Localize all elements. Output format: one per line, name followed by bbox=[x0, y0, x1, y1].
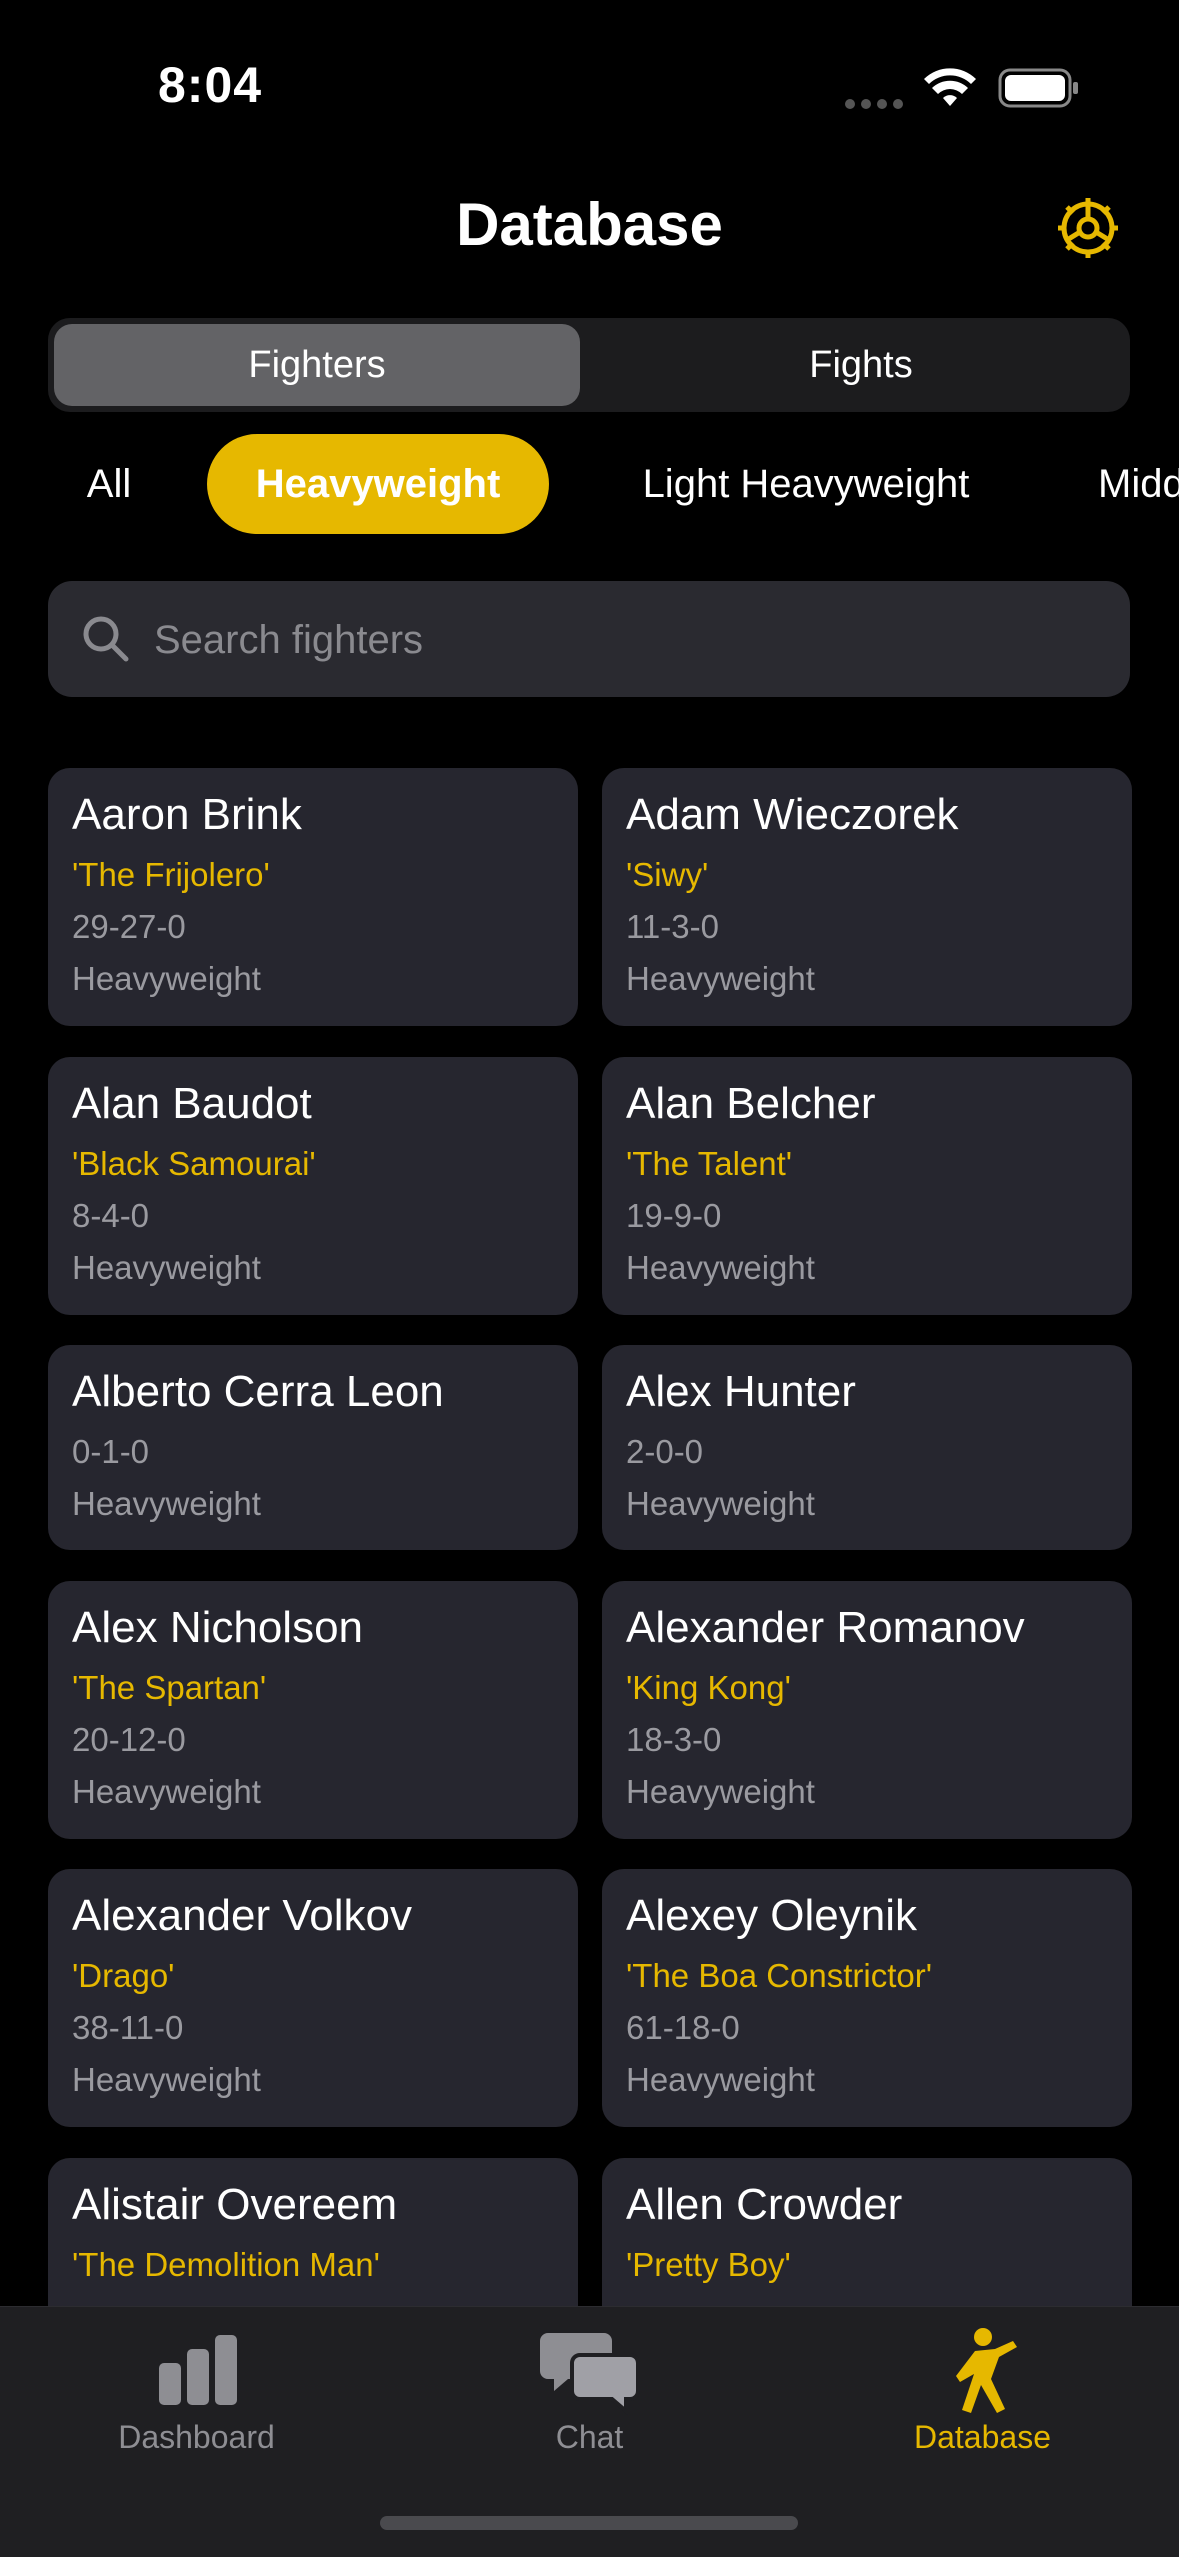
search-input[interactable] bbox=[152, 581, 1096, 699]
fighter-division: Heavyweight bbox=[72, 1249, 261, 1286]
fighter-card[interactable]: Allen Crowder 'Pretty Boy' bbox=[602, 2158, 1132, 2308]
cellular-signal-icon bbox=[845, 96, 909, 114]
segment-fighters[interactable]: Fighters bbox=[54, 324, 580, 406]
fighter-card[interactable]: Aaron Brink 'The Frijolero' 29-27-0 Heav… bbox=[48, 768, 578, 1026]
fighter-nickname: 'Siwy' bbox=[626, 856, 709, 893]
fighter-record: 8-4-0 bbox=[72, 1197, 150, 1234]
status-time: 8:04 bbox=[158, 57, 263, 113]
fighter-nickname: 'The Boa Constrictor' bbox=[626, 1957, 933, 1994]
fighter-card[interactable]: Alberto Cerra Leon 0-1-0 Heavyweight bbox=[48, 1345, 578, 1550]
fighter-name: Alistair Overeem bbox=[72, 2180, 398, 2229]
fighter-card[interactable]: Alistair Overeem 'The Demolition Man' bbox=[48, 2158, 578, 2308]
fighter-division: Heavyweight bbox=[72, 1773, 261, 1810]
fighter-nickname: 'The Spartan' bbox=[72, 1669, 267, 1706]
fighter-record: 38-11-0 bbox=[72, 2009, 184, 2046]
fighter-record: 20-12-0 bbox=[72, 1721, 186, 1758]
tab-label: Database bbox=[914, 2419, 1051, 2455]
fighter-nickname: 'The Demolition Man' bbox=[72, 2246, 380, 2283]
fighter-division: Heavyweight bbox=[626, 1773, 815, 1810]
wifi-icon bbox=[924, 68, 976, 106]
search-bar bbox=[48, 581, 1130, 699]
filter-chip-light-heavyweight[interactable]: Light Heavyweight bbox=[606, 434, 1006, 534]
fighters-fights-segmented-control: Fighters Fights bbox=[48, 318, 1130, 412]
filter-chip-all[interactable]: All bbox=[60, 434, 158, 534]
fighter-card[interactable]: Adam Wieczorek 'Siwy' 11-3-0 Heavyweight bbox=[602, 768, 1132, 1026]
fighter-division: Heavyweight bbox=[626, 960, 815, 997]
status-bar: 8:04 bbox=[0, 0, 1179, 170]
fighter-name: Alan Baudot bbox=[72, 1079, 312, 1128]
tab-chat[interactable]: Chat bbox=[393, 2307, 786, 2507]
settings-gear-icon[interactable] bbox=[1052, 192, 1124, 264]
fighter-division: Heavyweight bbox=[626, 1485, 815, 1522]
fighter-name: Alberto Cerra Leon bbox=[72, 1367, 444, 1416]
fighter-record: 29-27-0 bbox=[72, 908, 186, 945]
weight-class-filter-bar: All Heavyweight Light Heavyweight Midd bbox=[0, 434, 1179, 534]
fighter-division: Heavyweight bbox=[626, 1249, 815, 1286]
filter-chip-heavyweight[interactable]: Heavyweight bbox=[207, 434, 549, 534]
fighter-nickname: 'Drago' bbox=[72, 1957, 175, 1994]
fighter-record: 0-1-0 bbox=[72, 1433, 150, 1470]
filter-chip-middleweight[interactable]: Midd bbox=[1098, 434, 1179, 534]
home-indicator bbox=[380, 2516, 798, 2530]
fighter-name: Alexander Volkov bbox=[72, 1891, 412, 1940]
fighter-record: 19-9-0 bbox=[626, 1197, 722, 1234]
page-title: Database bbox=[456, 191, 723, 258]
fighter-division: Heavyweight bbox=[626, 2061, 815, 2098]
fighter-record: 61-18-0 bbox=[626, 2009, 740, 2046]
fighter-name: Alex Hunter bbox=[626, 1367, 856, 1416]
fighter-name: Alexey Oleynik bbox=[626, 1891, 918, 1940]
fighter-card[interactable]: Alex Nicholson 'The Spartan' 20-12-0 Hea… bbox=[48, 1581, 578, 1839]
tab-database[interactable]: Database bbox=[786, 2307, 1179, 2507]
bar-chart-icon bbox=[158, 2335, 237, 2405]
fighter-name: Alexander Romanov bbox=[626, 1603, 1025, 1652]
fighter-card[interactable]: Alexey Oleynik 'The Boa Constrictor' 61-… bbox=[602, 1869, 1132, 2127]
fighter-card[interactable]: Alexander Romanov 'King Kong' 18-3-0 Hea… bbox=[602, 1581, 1132, 1839]
fighter-nickname: 'The Talent' bbox=[626, 1145, 793, 1182]
fighter-name: Adam Wieczorek bbox=[626, 790, 959, 839]
fighter-grid: Aaron Brink 'The Frijolero' 29-27-0 Heav… bbox=[0, 768, 1179, 2308]
fighter-nickname: 'Pretty Boy' bbox=[626, 2246, 791, 2283]
tab-label: Dashboard bbox=[118, 2419, 275, 2455]
fighter-nickname: 'King Kong' bbox=[626, 1669, 791, 1706]
battery-icon bbox=[998, 68, 1078, 108]
fighter-name: Alex Nicholson bbox=[72, 1603, 364, 1652]
fighter-nickname: 'Black Samourai' bbox=[72, 1145, 316, 1182]
fighter-division: Heavyweight bbox=[72, 1485, 261, 1522]
fighter-nickname: 'The Frijolero' bbox=[72, 856, 270, 893]
fighter-name: Allen Crowder bbox=[626, 2180, 903, 2229]
fighter-card[interactable]: Alan Baudot 'Black Samourai' 8-4-0 Heavy… bbox=[48, 1057, 578, 1315]
fighter-name: Aaron Brink bbox=[72, 790, 302, 839]
fighter-record: 11-3-0 bbox=[626, 908, 719, 945]
fighter-icon bbox=[955, 2328, 1017, 2413]
fighter-division: Heavyweight bbox=[72, 2061, 261, 2098]
fighter-record: 18-3-0 bbox=[626, 1721, 722, 1758]
fighter-card[interactable]: Alan Belcher 'The Talent' 19-9-0 Heavywe… bbox=[602, 1057, 1132, 1315]
segment-fights[interactable]: Fights bbox=[598, 324, 1124, 406]
tab-label: Chat bbox=[555, 2419, 624, 2455]
fighter-record: 2-0-0 bbox=[626, 1433, 704, 1470]
fighter-card[interactable]: Alexander Volkov 'Drago' 38-11-0 Heavywe… bbox=[48, 1869, 578, 2127]
search-icon bbox=[83, 616, 129, 662]
tab-dashboard[interactable]: Dashboard bbox=[0, 2307, 393, 2507]
fighter-card[interactable]: Alex Hunter 2-0-0 Heavyweight bbox=[602, 1345, 1132, 1550]
fighter-name: Alan Belcher bbox=[626, 1079, 876, 1128]
fighter-division: Heavyweight bbox=[72, 960, 261, 997]
chat-bubbles-icon bbox=[539, 2333, 640, 2415]
